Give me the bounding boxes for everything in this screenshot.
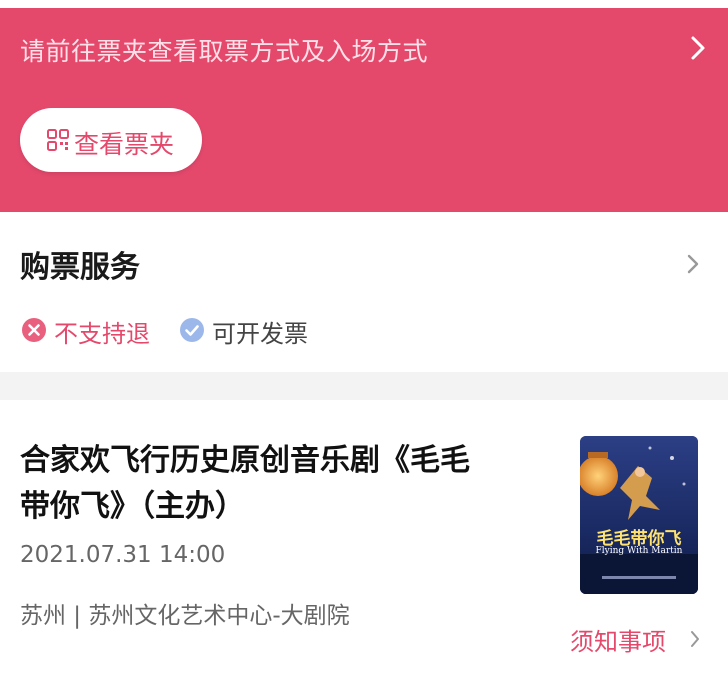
notice-link[interactable]: 须知事项 bbox=[570, 622, 699, 656]
invoice-tag: 可开发票 bbox=[178, 314, 328, 348]
ticket-service-section[interactable]: 购票服务 不支持退 可开发票 bbox=[0, 212, 728, 372]
check-circle-icon bbox=[180, 318, 204, 342]
event-title: 合家欢飞行历史原创音乐剧《毛毛带你飞》（主办） bbox=[20, 443, 470, 524]
event-venue: 苏州 | 苏州文化艺术中心-大剧院 bbox=[20, 603, 350, 629]
service-title: 购票服务 bbox=[20, 250, 140, 285]
x-circle-icon bbox=[22, 318, 46, 342]
poster-subtitle: Flying With Martin bbox=[595, 546, 683, 556]
section-divider bbox=[0, 372, 728, 400]
notice-label: 须知事项 bbox=[570, 628, 666, 656]
no-refund-tag: 不支持退 bbox=[20, 314, 160, 348]
event-card[interactable]: 合家欢飞行历史原创音乐剧《毛毛带你飞》（主办） 2021.07.31 14:00… bbox=[0, 400, 728, 700]
view-ticket-wallet-label: 查看票夹 bbox=[74, 130, 175, 159]
banner-message: 请前往票夹查看取票方式及入场方式 bbox=[20, 37, 429, 66]
no-refund-label: 不支持退 bbox=[54, 320, 150, 348]
poster-image bbox=[580, 436, 698, 594]
chevron-right-icon bbox=[691, 631, 699, 647]
ticket-wallet-banner: 请前往票夹查看取票方式及入场方式 查看票夹 bbox=[0, 8, 728, 212]
event-poster[interactable]: 毛毛带你飞 Flying With Martin bbox=[580, 436, 698, 594]
view-ticket-wallet-button[interactable]: 查看票夹 bbox=[20, 108, 202, 172]
qr-code-icon bbox=[47, 129, 69, 151]
ticket-pickup-row[interactable]: 请前往票夹查看取票方式及入场方式 bbox=[0, 8, 728, 86]
invoice-label: 可开发票 bbox=[212, 320, 308, 348]
chevron-right-icon bbox=[687, 254, 699, 274]
chevron-right-icon bbox=[691, 36, 705, 60]
event-datetime: 2021.07.31 14:00 bbox=[20, 542, 226, 568]
